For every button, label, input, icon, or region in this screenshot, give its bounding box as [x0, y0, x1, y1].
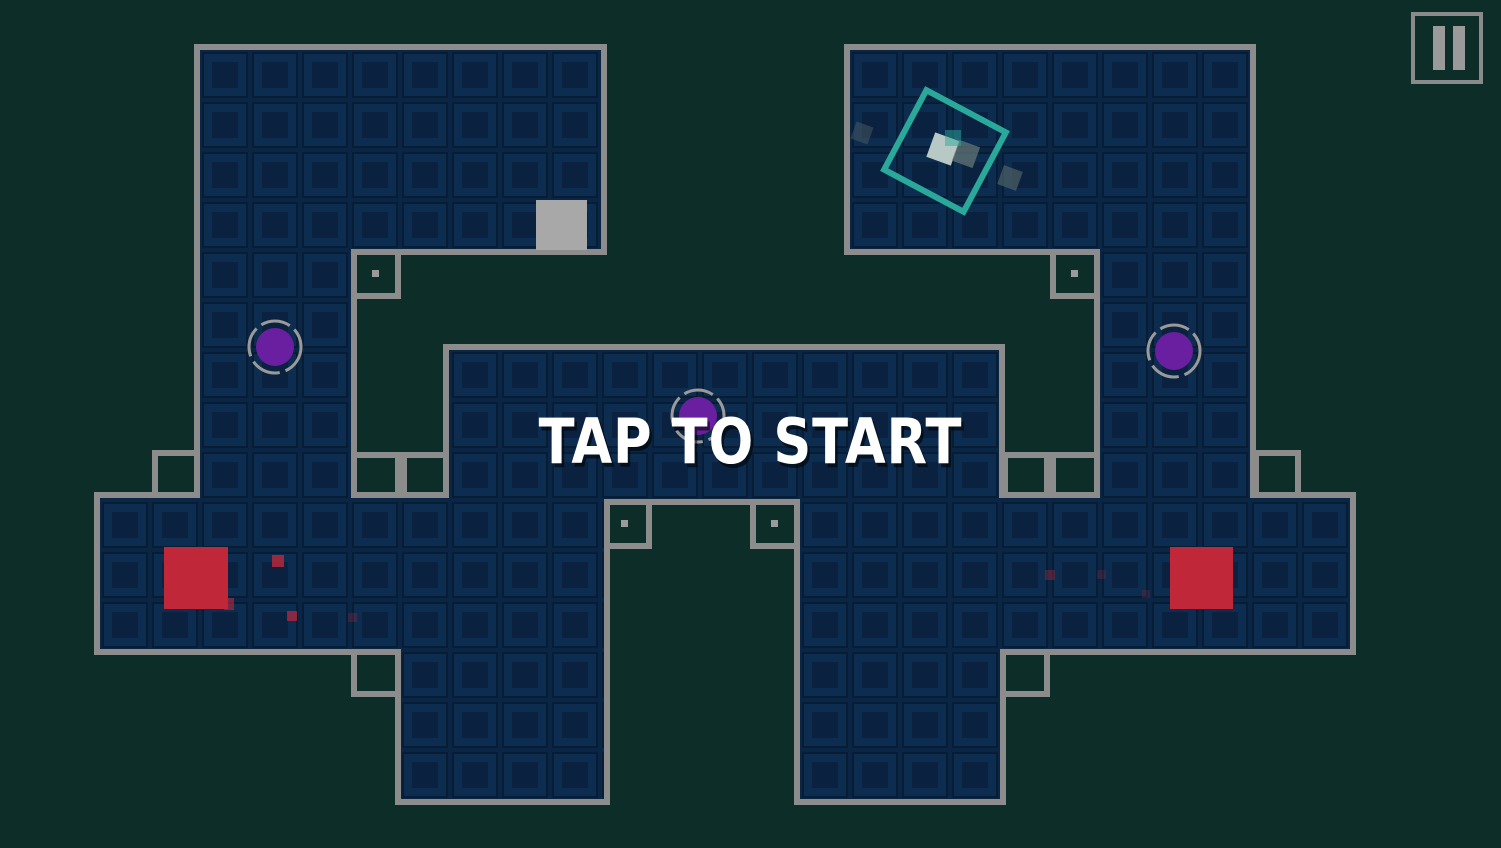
tap-to-start-text: TAP TO START	[538, 405, 963, 478]
tap-to-start-overlay[interactable]: TAP TO START	[0, 0, 1501, 844]
pause-button[interactable]	[1411, 12, 1483, 84]
